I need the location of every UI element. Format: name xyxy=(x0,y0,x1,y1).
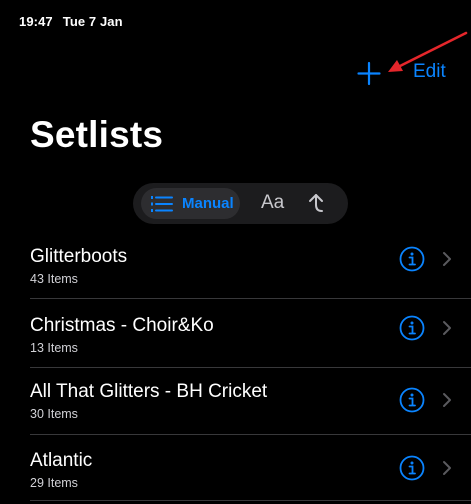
sort-segmented-control: Manual Aa xyxy=(133,183,348,224)
sort-manual-segment[interactable]: Manual xyxy=(141,188,240,219)
chevron-right-icon xyxy=(443,252,451,266)
sort-manual-label: Manual xyxy=(182,195,234,212)
row-divider xyxy=(30,367,471,368)
setlist-name: Atlantic xyxy=(30,450,93,471)
row-divider xyxy=(30,434,471,435)
row-divider xyxy=(30,298,471,299)
setlist-name: All That Glitters - BH Cricket xyxy=(30,381,268,402)
add-setlist-button[interactable] xyxy=(354,58,384,88)
setlist-name: Christmas - Choir&Ko xyxy=(30,315,214,336)
info-icon[interactable] xyxy=(399,246,425,272)
setlist-item-count: 13 Items xyxy=(30,341,78,355)
row-divider xyxy=(30,500,471,501)
info-icon[interactable] xyxy=(399,455,425,481)
chevron-right-icon xyxy=(443,461,451,475)
chevron-right-icon xyxy=(443,321,451,335)
setlist-item-count: 30 Items xyxy=(30,407,78,421)
info-icon[interactable] xyxy=(399,387,425,413)
setlist-item-count: 43 Items xyxy=(30,272,78,286)
info-icon[interactable] xyxy=(399,315,425,341)
sort-recent-segment[interactable] xyxy=(307,192,325,219)
edit-button[interactable]: Edit xyxy=(413,61,446,83)
sort-alphabetical-segment[interactable]: Aa xyxy=(261,192,284,214)
status-time: 19:47 xyxy=(19,14,53,29)
page-title: Setlists xyxy=(30,114,164,155)
plus-icon xyxy=(357,61,381,86)
arrow-up-icon xyxy=(309,194,323,212)
status-date: Tue 7 Jan xyxy=(62,14,123,29)
setlist-row[interactable]: Atlantic 29 Items xyxy=(30,450,471,504)
setlist-item-count: 29 Items xyxy=(30,476,78,490)
setlist-name: Glitterboots xyxy=(30,246,128,267)
list-numbered-icon xyxy=(151,195,173,212)
status-bar: 19:47 Tue 7 Jan xyxy=(19,14,123,29)
chevron-right-icon xyxy=(443,393,451,407)
